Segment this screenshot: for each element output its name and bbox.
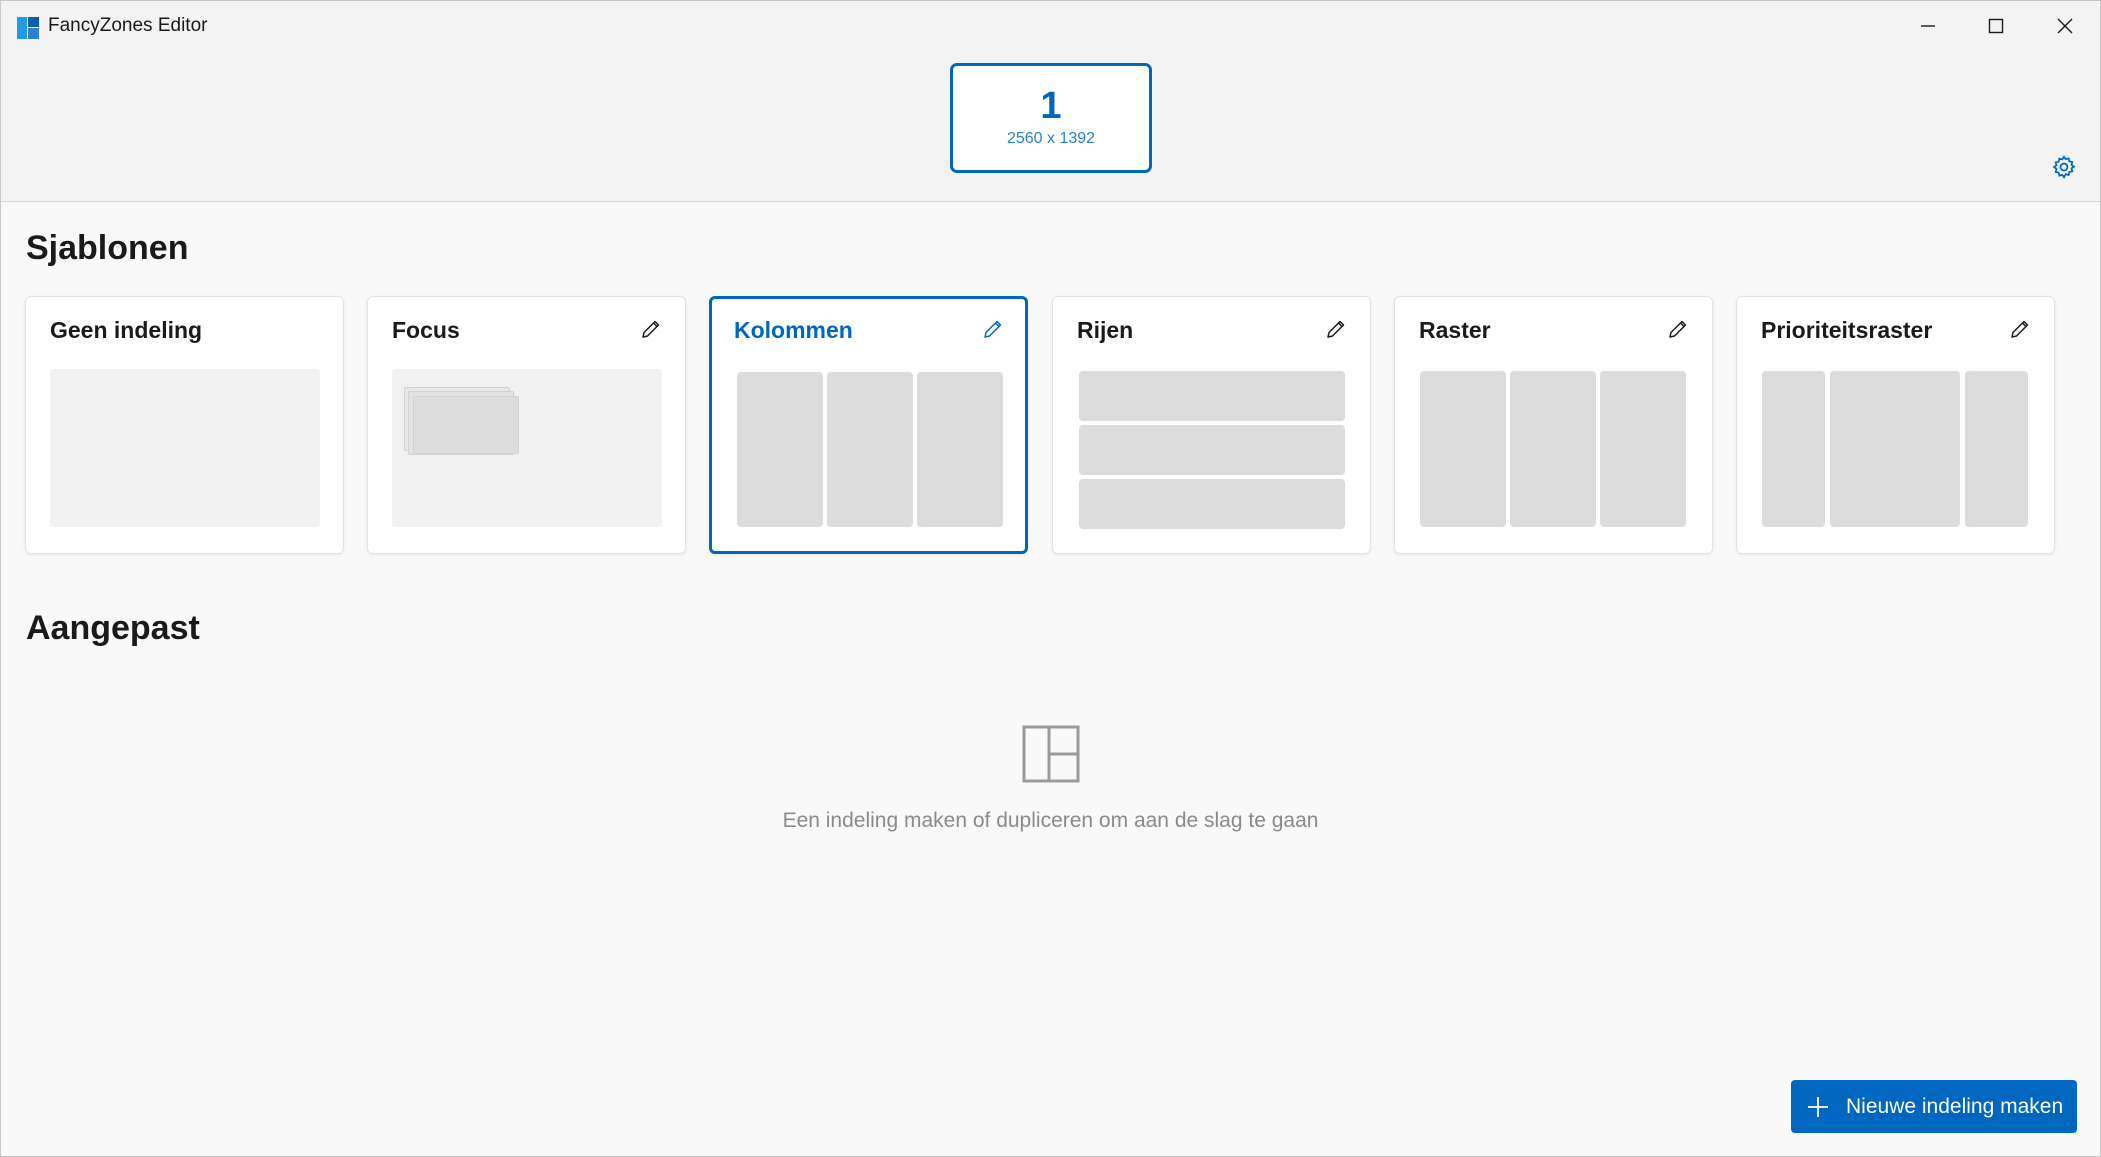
row-zone	[1079, 425, 1345, 475]
title-bar: FancyZones Editor 1 2560 x 1392	[1, 1, 2100, 202]
new-layout-label: Nieuwe indeling maken	[1846, 1094, 2064, 1118]
monitor-resolution: 2560 x 1392	[1006, 130, 1096, 147]
monitor-selector[interactable]: 1 2560 x 1392	[950, 63, 1152, 173]
template-title: Rijen	[1077, 317, 1134, 343]
grid-zone	[1420, 371, 1506, 527]
empty-state-message: Een indeling maken of dupliceren om aan …	[782, 809, 1319, 832]
focus-zone-front	[413, 396, 519, 454]
grid-zone	[1600, 371, 1686, 527]
template-title: Geen indeling	[50, 317, 203, 343]
layout-preview-rows	[1077, 369, 1347, 529]
template-title: Prioriteitsraster	[1761, 317, 1933, 343]
pencil-icon[interactable]	[639, 317, 663, 341]
row-zone	[1079, 371, 1345, 421]
layout-icon	[1022, 725, 1080, 783]
priority-side-zone	[1762, 371, 1825, 527]
new-layout-button[interactable]: Nieuwe indeling maken	[1791, 1080, 2077, 1133]
template-title: Raster	[1419, 317, 1491, 343]
pencil-icon[interactable]	[2008, 317, 2032, 341]
close-icon	[2057, 18, 2073, 34]
monitor-number: 1	[1040, 85, 1062, 127]
pencil-icon[interactable]	[1666, 317, 1690, 341]
custom-section-title: Aangepast	[26, 609, 200, 647]
templates-section-title: Sjablonen	[26, 229, 189, 267]
pencil-icon[interactable]	[1324, 317, 1348, 341]
window-title: FancyZones Editor	[48, 15, 208, 36]
template-card-kolommen[interactable]: Kolommen	[709, 296, 1028, 554]
template-title: Focus	[392, 317, 460, 343]
fancyzones-app-icon	[17, 17, 39, 39]
column-zone	[827, 372, 913, 527]
layout-preview-blank	[50, 369, 320, 527]
grid-zone	[1510, 371, 1596, 527]
gear-icon[interactable]	[2051, 154, 2077, 180]
template-card-rijen[interactable]: Rijen	[1052, 296, 1371, 554]
pencil-icon[interactable]	[981, 317, 1005, 341]
row-zone	[1079, 479, 1345, 529]
maximize-button[interactable]	[1962, 1, 2030, 51]
template-card-prioriteitsraster[interactable]: Prioriteitsraster	[1736, 296, 2055, 554]
template-card-raster[interactable]: Raster	[1394, 296, 1713, 554]
column-zone	[917, 372, 1003, 527]
layout-preview-columns	[734, 369, 1004, 527]
layout-preview-focus	[392, 369, 662, 527]
maximize-icon	[1988, 18, 2004, 34]
minimize-button[interactable]	[1894, 1, 1962, 51]
template-title: Kolommen	[734, 317, 853, 343]
plus-icon	[1808, 1096, 1828, 1117]
priority-side-zone	[1965, 371, 2028, 527]
template-card-geen-indeling[interactable]: Geen indeling	[25, 296, 344, 554]
preview-background	[50, 369, 320, 527]
app-window: FancyZones Editor 1 2560 x 1392 Sjablone…	[0, 0, 2101, 1157]
layout-preview-grid	[1419, 369, 1689, 527]
layout-preview-priority-grid	[1761, 369, 2031, 527]
priority-main-zone	[1830, 371, 1960, 527]
template-card-focus[interactable]: Focus	[367, 296, 686, 554]
minimize-icon	[1921, 25, 1935, 27]
close-button[interactable]	[2031, 1, 2099, 51]
column-zone	[737, 372, 823, 527]
